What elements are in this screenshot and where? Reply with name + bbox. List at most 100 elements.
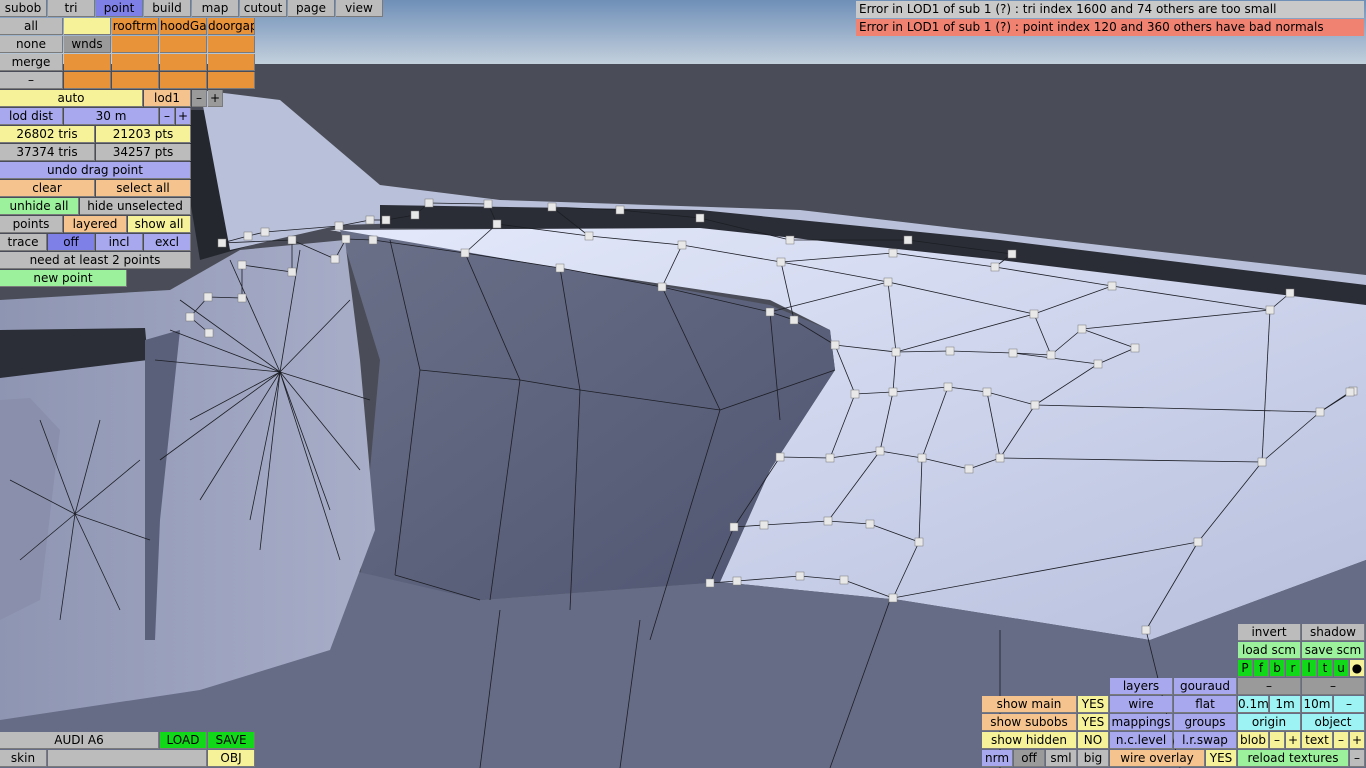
show-main-value[interactable]: YES bbox=[1078, 696, 1109, 713]
lod-dist-minus-button[interactable]: – bbox=[160, 108, 175, 125]
step-minus-button[interactable]: – bbox=[1334, 696, 1365, 713]
unhide-all-button[interactable]: unhide all bbox=[0, 198, 79, 215]
undo-drag-point-button[interactable]: undo drag point bbox=[0, 162, 191, 179]
points-button[interactable]: points bbox=[0, 216, 63, 233]
group-rooftrm[interactable]: rooftrm bbox=[112, 18, 159, 35]
shadow-button[interactable]: shadow bbox=[1302, 624, 1365, 641]
layered-button[interactable]: layered bbox=[64, 216, 127, 233]
vertex-point bbox=[888, 387, 898, 397]
new-point-button[interactable]: new point bbox=[0, 270, 127, 287]
dot-icon[interactable]: ● bbox=[1350, 660, 1365, 677]
hide-unselected-button[interactable]: hide unselected bbox=[80, 198, 191, 215]
blob-plus-button[interactable]: + bbox=[1286, 732, 1301, 749]
flag-l-button[interactable]: l bbox=[1302, 660, 1317, 677]
select-all-button[interactable]: all bbox=[0, 18, 63, 35]
lod-plus-button[interactable]: + bbox=[208, 90, 223, 107]
invert-button[interactable]: invert bbox=[1238, 624, 1301, 641]
normals-off-button[interactable]: off bbox=[1014, 750, 1045, 767]
group-wnds[interactable]: wnds bbox=[64, 36, 111, 53]
text-minus-button[interactable]: – bbox=[1334, 732, 1349, 749]
show-main-button[interactable]: show main bbox=[982, 696, 1077, 713]
group-hoodgap[interactable]: hoodGap bbox=[160, 18, 207, 35]
clear-button[interactable]: clear bbox=[0, 180, 95, 197]
layers-button[interactable]: layers bbox=[1110, 678, 1173, 695]
group-doorgap[interactable]: doorgap bbox=[208, 18, 255, 35]
step-10m-button[interactable]: 10m bbox=[1302, 696, 1333, 713]
lod-dist-plus-button[interactable]: + bbox=[176, 108, 191, 125]
save-scm-button[interactable]: save scm bbox=[1302, 642, 1365, 659]
save-button[interactable]: SAVE bbox=[208, 732, 255, 749]
lod-auto-button[interactable]: auto bbox=[0, 90, 143, 107]
show-all-button[interactable]: show all bbox=[128, 216, 191, 233]
group-slot[interactable] bbox=[112, 54, 159, 71]
reload-textures-button[interactable]: reload textures bbox=[1238, 750, 1349, 767]
skin-field[interactable] bbox=[48, 750, 207, 767]
tab-page[interactable]: page bbox=[288, 0, 335, 17]
wire-button[interactable]: wire bbox=[1110, 696, 1173, 713]
lod-dist-value[interactable]: 30 m bbox=[64, 108, 159, 125]
group-slot[interactable] bbox=[112, 72, 159, 89]
flag-f-button[interactable]: f bbox=[1254, 660, 1269, 677]
group-slot[interactable] bbox=[64, 72, 111, 89]
group-slot[interactable] bbox=[208, 72, 255, 89]
step-1m-button[interactable]: 1m bbox=[1270, 696, 1301, 713]
selection-slot[interactable] bbox=[64, 18, 111, 35]
group-slot[interactable] bbox=[208, 54, 255, 71]
lr-swap-button[interactable]: l.r.swap bbox=[1174, 732, 1237, 749]
flag-u-button[interactable]: u bbox=[1334, 660, 1349, 677]
tab-view[interactable]: view bbox=[336, 0, 383, 17]
trace-excl-button[interactable]: excl bbox=[144, 234, 191, 251]
group-slot[interactable] bbox=[64, 54, 111, 71]
flag-r-button[interactable]: r bbox=[1286, 660, 1301, 677]
show-subobs-value[interactable]: YES bbox=[1078, 714, 1109, 731]
normals-big-button[interactable]: big bbox=[1078, 750, 1109, 767]
text-plus-button[interactable]: + bbox=[1350, 732, 1365, 749]
dash-button[interactable]: – bbox=[1302, 678, 1365, 695]
origin-button[interactable]: origin bbox=[1238, 714, 1301, 731]
select-none-button[interactable]: none bbox=[0, 36, 63, 53]
mappings-button[interactable]: mappings bbox=[1110, 714, 1173, 731]
object-button[interactable]: object bbox=[1302, 714, 1365, 731]
blob-minus-button[interactable]: – bbox=[1270, 732, 1285, 749]
merge-button[interactable]: merge bbox=[0, 54, 63, 71]
show-hidden-button[interactable]: show hidden bbox=[982, 732, 1077, 749]
trace-off-button[interactable]: off bbox=[48, 234, 95, 251]
load-scm-button[interactable]: load scm bbox=[1238, 642, 1301, 659]
group-slot[interactable] bbox=[160, 36, 207, 53]
tab-subob[interactable]: subob bbox=[0, 0, 47, 17]
group-slot[interactable] bbox=[208, 36, 255, 53]
select-all-points-button[interactable]: select all bbox=[96, 180, 191, 197]
nc-level-button[interactable]: n.c.level bbox=[1110, 732, 1173, 749]
gouraud-button[interactable]: gouraud bbox=[1174, 678, 1237, 695]
load-button[interactable]: LOAD bbox=[160, 732, 207, 749]
step-0-1m-button[interactable]: 0.1m bbox=[1238, 696, 1269, 713]
trace-incl-button[interactable]: incl bbox=[96, 234, 143, 251]
flat-button[interactable]: flat bbox=[1174, 696, 1237, 713]
group-slot[interactable] bbox=[160, 54, 207, 71]
tab-cutout[interactable]: cutout bbox=[240, 0, 287, 17]
tab-map[interactable]: map bbox=[192, 0, 239, 17]
group-slot[interactable] bbox=[112, 36, 159, 53]
model-name[interactable]: AUDI A6 bbox=[0, 732, 159, 749]
reload-minus-button[interactable]: – bbox=[1350, 750, 1365, 767]
normals-nrm-button[interactable]: nrm bbox=[982, 750, 1013, 767]
flag-b-button[interactable]: b bbox=[1270, 660, 1285, 677]
wire-overlay-button[interactable]: wire overlay bbox=[1110, 750, 1205, 767]
tab-build[interactable]: build bbox=[144, 0, 191, 17]
tab-tri[interactable]: tri bbox=[48, 0, 95, 17]
lod-minus-button[interactable]: – bbox=[192, 90, 207, 107]
tab-point[interactable]: point bbox=[96, 0, 143, 17]
show-subobs-button[interactable]: show subobs bbox=[982, 714, 1077, 731]
show-hidden-value[interactable]: NO bbox=[1078, 732, 1109, 749]
dash-button[interactable]: – bbox=[1238, 678, 1301, 695]
normals-sml-button[interactable]: sml bbox=[1046, 750, 1077, 767]
flag-p-button[interactable]: P bbox=[1238, 660, 1253, 677]
minus-button[interactable]: – bbox=[0, 72, 63, 89]
groups-button[interactable]: groups bbox=[1174, 714, 1237, 731]
3d-viewport[interactable] bbox=[0, 0, 1366, 768]
wire-overlay-value[interactable]: YES bbox=[1206, 750, 1237, 767]
group-slot[interactable] bbox=[160, 72, 207, 89]
flag-t-button[interactable]: t bbox=[1318, 660, 1333, 677]
obj-button[interactable]: OBJ bbox=[208, 750, 255, 767]
lod-level[interactable]: lod1 bbox=[144, 90, 191, 107]
